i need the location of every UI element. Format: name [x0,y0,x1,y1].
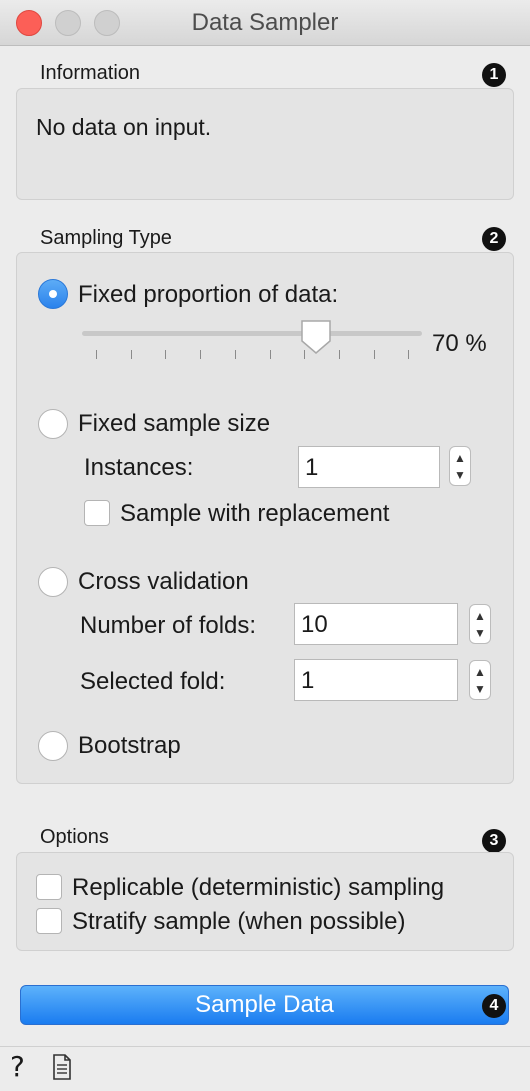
instances-input[interactable]: 1 [298,446,440,488]
badge-1: 1 [482,63,506,87]
fixed-size-label: Fixed sample size [78,410,271,437]
replacement-checkbox[interactable] [84,500,110,526]
cross-validation-label: Cross validation [78,568,249,595]
sample-data-button[interactable]: Sample Data [20,985,509,1025]
information-heading: Information [40,62,141,84]
stepper-down-icon[interactable]: ▼ [470,683,490,695]
title-bar: Data Sampler [0,0,530,46]
stepper-up-icon[interactable]: ▲ [450,452,470,464]
fixed-size-radio[interactable] [38,409,68,439]
slider-tick [165,350,166,359]
slider-tick [374,350,375,359]
slider-tick [131,350,132,359]
stepper-up-icon[interactable]: ▲ [470,610,490,622]
folds-input[interactable]: 10 [294,603,458,645]
bootstrap-label: Bootstrap [78,732,181,759]
status-bar [0,1046,530,1091]
selected-fold-stepper[interactable]: ▲ ▼ [469,660,491,700]
stepper-down-icon[interactable]: ▼ [450,469,470,481]
selected-fold-label: Selected fold: [80,668,226,695]
slider-tick [270,350,271,359]
badge-3: 3 [482,829,506,853]
badge-2: 2 [482,227,506,251]
replacement-label: Sample with replacement [120,500,390,527]
fixed-proportion-label: Fixed proportion of data: [78,281,339,308]
selected-fold-input[interactable]: 1 [294,659,458,701]
slider-tick [408,350,409,359]
stratify-checkbox[interactable] [36,908,62,934]
slider-tick [200,350,201,359]
question-icon[interactable]: ? [10,1052,25,1082]
stepper-up-icon[interactable]: ▲ [470,666,490,678]
instances-stepper[interactable]: ▲ ▼ [449,446,471,486]
bootstrap-radio[interactable] [38,731,68,761]
slider-tick [235,350,236,359]
slider-tick [339,350,340,359]
cross-validation-radio[interactable] [38,567,68,597]
sampling-type-heading: Sampling Type [40,227,172,249]
fixed-proportion-radio[interactable] [38,279,68,309]
options-heading: Options [40,826,109,848]
replicable-label: Replicable (deterministic) sampling [72,874,445,901]
folds-label: Number of folds: [80,612,257,639]
stratify-label: Stratify sample (when possible) [72,908,406,935]
stepper-down-icon[interactable]: ▼ [470,627,490,639]
report-icon[interactable] [52,1054,72,1080]
slider-tick [304,350,305,359]
slider-tick [96,350,97,359]
badge-4: 4 [482,994,506,1018]
info-message: No data on input. [36,114,212,140]
instances-label: Instances: [84,454,194,481]
window-title: Data Sampler [191,9,339,36]
proportion-slider-track[interactable] [82,331,422,336]
replicable-checkbox[interactable] [36,874,62,900]
proportion-value: 70 % [432,330,487,357]
folds-stepper[interactable]: ▲ ▼ [469,604,491,644]
information-box [16,88,514,200]
